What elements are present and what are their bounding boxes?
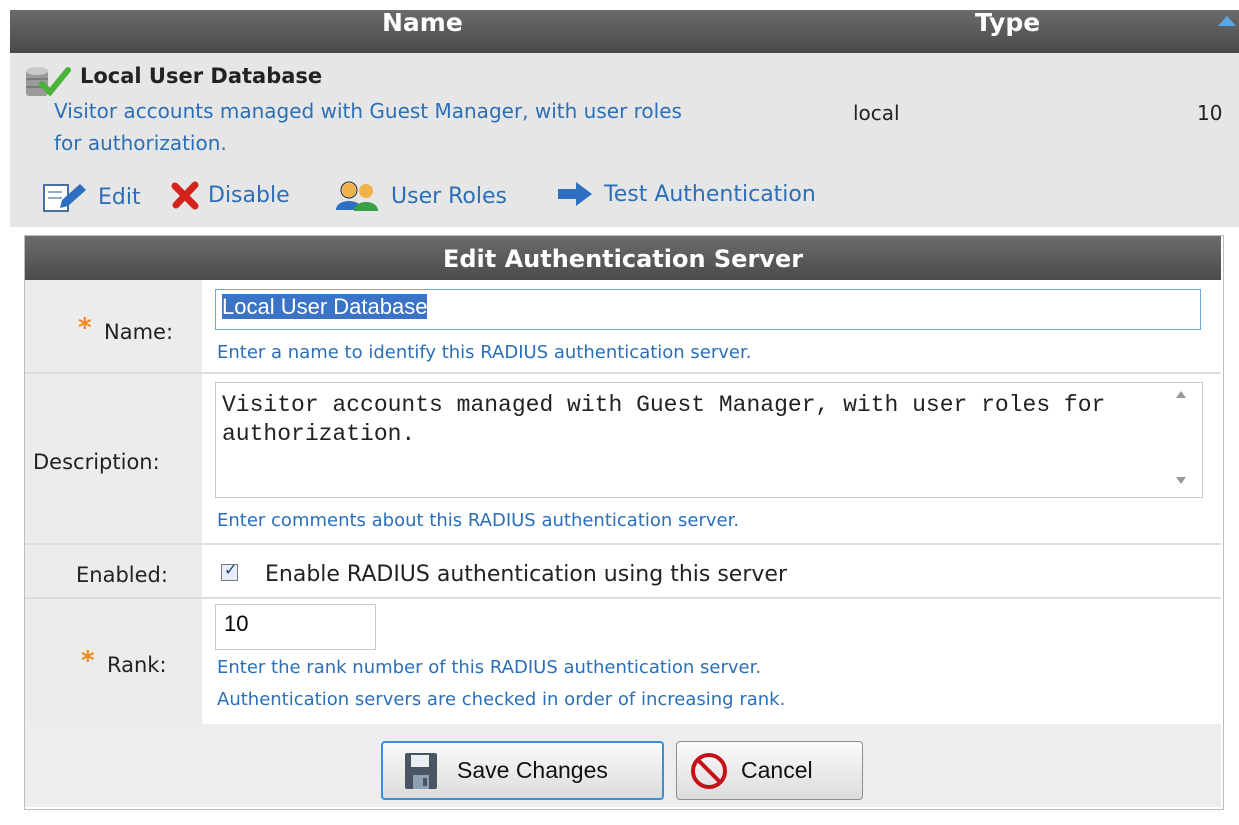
checkmark-icon: ✓ [224, 560, 238, 579]
enabled-checkbox-text[interactable]: Enable RADIUS authentication using this … [265, 562, 787, 587]
edit-action[interactable]: Edit [40, 180, 141, 214]
user-roles-label: User Roles [391, 183, 508, 209]
save-button-label: Save Changes [457, 757, 608, 783]
disable-label: Disable [208, 182, 290, 208]
name-field[interactable]: Local User Database [215, 289, 1201, 330]
rank-hint: Authentication servers are checked in or… [217, 689, 786, 710]
rank-field[interactable]: 10 [215, 604, 376, 650]
name-hint: Enter a name to identify this RADIUS aut… [217, 342, 752, 363]
disable-action[interactable]: Disable [170, 180, 290, 210]
user-roles-icon [336, 181, 378, 211]
form-title: Edit Authentication Server [442, 245, 804, 273]
save-button[interactable]: Save Changes [381, 741, 664, 800]
edit-icon [43, 184, 86, 212]
arrow-right-icon [558, 182, 592, 206]
name-field-value: Local User Database [222, 294, 428, 319]
table-header [10, 10, 1239, 53]
row-divider [25, 597, 1221, 599]
edit-label: Edit [98, 184, 141, 210]
name-label: Name: [104, 320, 174, 344]
test-authentication-label: Test Authentication [604, 181, 816, 207]
description-hint: Enter comments about this RADIUS authent… [217, 510, 740, 531]
row-divider [25, 372, 1221, 374]
rank-hint: Enter the rank number of this RADIUS aut… [217, 657, 762, 678]
floppy-disk-icon [405, 752, 437, 789]
cancel-button-label: Cancel [741, 757, 813, 783]
cancel-icon [691, 752, 727, 789]
row-description: for authorization. [54, 131, 227, 155]
row-divider [25, 543, 1221, 545]
enabled-label: Enabled: [76, 563, 168, 587]
test-authentication-action[interactable]: Test Authentication [556, 180, 816, 208]
sort-ascending-icon[interactable] [1218, 16, 1236, 26]
disable-icon [171, 181, 199, 210]
column-header-name[interactable]: Name [382, 8, 463, 37]
user-roles-action[interactable]: User Roles [333, 180, 507, 212]
required-marker: * [81, 646, 95, 676]
scroll-down-icon[interactable] [1176, 477, 1186, 484]
row-type: local [853, 101, 900, 125]
column-header-type[interactable]: Type [975, 8, 1040, 37]
row-rank: 10 [1197, 101, 1223, 125]
description-label: Description: [33, 450, 160, 474]
row-title[interactable]: Local User Database [80, 64, 322, 88]
row-description: Visitor accounts managed with Guest Mana… [54, 99, 682, 123]
scroll-up-icon[interactable] [1176, 391, 1186, 398]
required-marker: * [78, 313, 92, 343]
rank-label: Rank: [107, 653, 167, 677]
cancel-button[interactable]: Cancel [676, 741, 863, 800]
description-field[interactable]: Visitor accounts managed with Guest Mana… [215, 382, 1203, 498]
